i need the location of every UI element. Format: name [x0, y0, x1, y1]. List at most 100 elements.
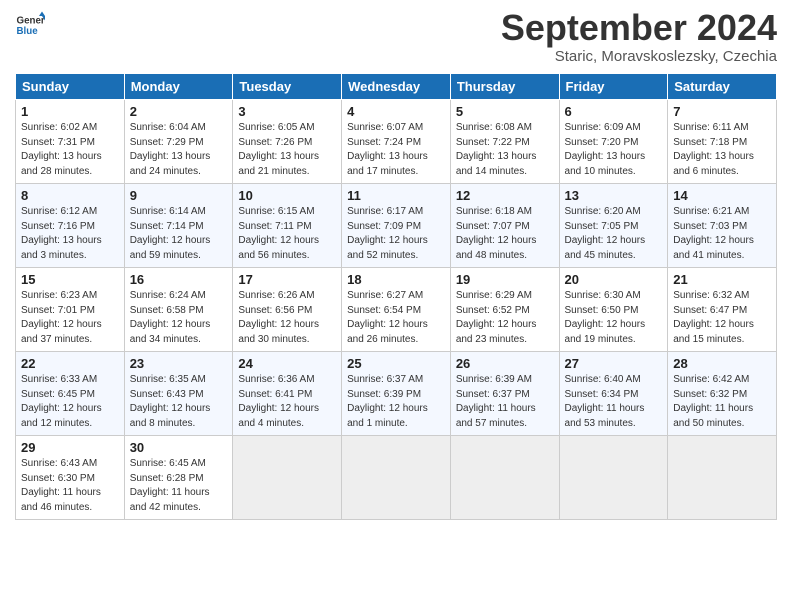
calendar-week-row: 15 Sunrise: 6:23 AMSunset: 7:01 PMDaylig…: [16, 268, 777, 352]
calendar-cell: 23 Sunrise: 6:35 AMSunset: 6:43 PMDaylig…: [124, 352, 233, 436]
day-number: 15: [21, 272, 119, 287]
svg-text:Blue: Blue: [17, 26, 39, 37]
day-header: Wednesday: [342, 74, 451, 100]
calendar-cell: 3 Sunrise: 6:05 AMSunset: 7:26 PMDayligh…: [233, 100, 342, 184]
calendar-week-row: 1 Sunrise: 6:02 AMSunset: 7:31 PMDayligh…: [16, 100, 777, 184]
calendar-cell: 10 Sunrise: 6:15 AMSunset: 7:11 PMDaylig…: [233, 184, 342, 268]
day-number: 8: [21, 188, 119, 203]
calendar-cell: 19 Sunrise: 6:29 AMSunset: 6:52 PMDaylig…: [450, 268, 559, 352]
day-info: Sunrise: 6:45 AMSunset: 6:28 PMDaylight:…: [130, 457, 228, 515]
day-number: 25: [347, 356, 445, 371]
day-info: Sunrise: 6:05 AMSunset: 7:26 PMDaylight:…: [238, 121, 336, 179]
calendar-cell: [559, 436, 668, 520]
day-info: Sunrise: 6:18 AMSunset: 7:07 PMDaylight:…: [456, 205, 554, 263]
day-info: Sunrise: 6:12 AMSunset: 7:16 PMDaylight:…: [21, 205, 119, 263]
calendar-page: General Blue September 2024 Staric, Mora…: [0, 0, 792, 612]
calendar-cell: 17 Sunrise: 6:26 AMSunset: 6:56 PMDaylig…: [233, 268, 342, 352]
day-info: Sunrise: 6:30 AMSunset: 6:50 PMDaylight:…: [565, 289, 663, 347]
calendar-cell: 30 Sunrise: 6:45 AMSunset: 6:28 PMDaylig…: [124, 436, 233, 520]
calendar-cell: 18 Sunrise: 6:27 AMSunset: 6:54 PMDaylig…: [342, 268, 451, 352]
day-header: Tuesday: [233, 74, 342, 100]
header: General Blue September 2024 Staric, Mora…: [15, 10, 777, 65]
day-number: 5: [456, 104, 554, 119]
calendar-cell: [450, 436, 559, 520]
day-number: 2: [130, 104, 228, 119]
day-number: 30: [130, 440, 228, 455]
day-number: 23: [130, 356, 228, 371]
month-title: September 2024: [501, 10, 777, 46]
calendar-cell: 1 Sunrise: 6:02 AMSunset: 7:31 PMDayligh…: [16, 100, 125, 184]
calendar-cell: 21 Sunrise: 6:32 AMSunset: 6:47 PMDaylig…: [668, 268, 777, 352]
calendar-week-row: 29 Sunrise: 6:43 AMSunset: 6:30 PMDaylig…: [16, 436, 777, 520]
day-info: Sunrise: 6:02 AMSunset: 7:31 PMDaylight:…: [21, 121, 119, 179]
day-info: Sunrise: 6:14 AMSunset: 7:14 PMDaylight:…: [130, 205, 228, 263]
logo: General Blue: [15, 10, 45, 40]
day-info: Sunrise: 6:35 AMSunset: 6:43 PMDaylight:…: [130, 373, 228, 431]
calendar-cell: 29 Sunrise: 6:43 AMSunset: 6:30 PMDaylig…: [16, 436, 125, 520]
calendar-cell: 24 Sunrise: 6:36 AMSunset: 6:41 PMDaylig…: [233, 352, 342, 436]
day-info: Sunrise: 6:08 AMSunset: 7:22 PMDaylight:…: [456, 121, 554, 179]
day-number: 19: [456, 272, 554, 287]
subtitle: Staric, Moravskoslezsky, Czechia: [501, 48, 777, 65]
calendar-cell: 11 Sunrise: 6:17 AMSunset: 7:09 PMDaylig…: [342, 184, 451, 268]
day-number: 18: [347, 272, 445, 287]
day-info: Sunrise: 6:04 AMSunset: 7:29 PMDaylight:…: [130, 121, 228, 179]
calendar-table: SundayMondayTuesdayWednesdayThursdayFrid…: [15, 73, 777, 520]
day-info: Sunrise: 6:15 AMSunset: 7:11 PMDaylight:…: [238, 205, 336, 263]
calendar-cell: 2 Sunrise: 6:04 AMSunset: 7:29 PMDayligh…: [124, 100, 233, 184]
calendar-cell: 15 Sunrise: 6:23 AMSunset: 7:01 PMDaylig…: [16, 268, 125, 352]
day-number: 3: [238, 104, 336, 119]
day-number: 21: [673, 272, 771, 287]
day-header: Sunday: [16, 74, 125, 100]
calendar-cell: 16 Sunrise: 6:24 AMSunset: 6:58 PMDaylig…: [124, 268, 233, 352]
day-info: Sunrise: 6:29 AMSunset: 6:52 PMDaylight:…: [456, 289, 554, 347]
calendar-cell: 12 Sunrise: 6:18 AMSunset: 7:07 PMDaylig…: [450, 184, 559, 268]
day-number: 11: [347, 188, 445, 203]
calendar-cell: [668, 436, 777, 520]
day-number: 9: [130, 188, 228, 203]
day-info: Sunrise: 6:26 AMSunset: 6:56 PMDaylight:…: [238, 289, 336, 347]
day-info: Sunrise: 6:42 AMSunset: 6:32 PMDaylight:…: [673, 373, 771, 431]
day-info: Sunrise: 6:23 AMSunset: 7:01 PMDaylight:…: [21, 289, 119, 347]
day-info: Sunrise: 6:40 AMSunset: 6:34 PMDaylight:…: [565, 373, 663, 431]
calendar-cell: 22 Sunrise: 6:33 AMSunset: 6:45 PMDaylig…: [16, 352, 125, 436]
calendar-cell: [342, 436, 451, 520]
calendar-cell: [233, 436, 342, 520]
calendar-cell: 13 Sunrise: 6:20 AMSunset: 7:05 PMDaylig…: [559, 184, 668, 268]
day-number: 4: [347, 104, 445, 119]
day-header: Friday: [559, 74, 668, 100]
calendar-week-row: 22 Sunrise: 6:33 AMSunset: 6:45 PMDaylig…: [16, 352, 777, 436]
day-number: 24: [238, 356, 336, 371]
day-header: Thursday: [450, 74, 559, 100]
day-header: Saturday: [668, 74, 777, 100]
day-number: 22: [21, 356, 119, 371]
day-number: 10: [238, 188, 336, 203]
day-number: 17: [238, 272, 336, 287]
day-number: 13: [565, 188, 663, 203]
day-number: 12: [456, 188, 554, 203]
day-number: 6: [565, 104, 663, 119]
calendar-week-row: 8 Sunrise: 6:12 AMSunset: 7:16 PMDayligh…: [16, 184, 777, 268]
svg-text:General: General: [17, 16, 46, 27]
day-info: Sunrise: 6:39 AMSunset: 6:37 PMDaylight:…: [456, 373, 554, 431]
day-number: 1: [21, 104, 119, 119]
day-info: Sunrise: 6:20 AMSunset: 7:05 PMDaylight:…: [565, 205, 663, 263]
day-info: Sunrise: 6:43 AMSunset: 6:30 PMDaylight:…: [21, 457, 119, 515]
day-number: 27: [565, 356, 663, 371]
day-info: Sunrise: 6:11 AMSunset: 7:18 PMDaylight:…: [673, 121, 771, 179]
day-number: 14: [673, 188, 771, 203]
calendar-cell: 4 Sunrise: 6:07 AMSunset: 7:24 PMDayligh…: [342, 100, 451, 184]
calendar-cell: 25 Sunrise: 6:37 AMSunset: 6:39 PMDaylig…: [342, 352, 451, 436]
day-number: 16: [130, 272, 228, 287]
day-info: Sunrise: 6:33 AMSunset: 6:45 PMDaylight:…: [21, 373, 119, 431]
day-number: 26: [456, 356, 554, 371]
day-info: Sunrise: 6:32 AMSunset: 6:47 PMDaylight:…: [673, 289, 771, 347]
day-info: Sunrise: 6:24 AMSunset: 6:58 PMDaylight:…: [130, 289, 228, 347]
day-number: 7: [673, 104, 771, 119]
calendar-cell: 7 Sunrise: 6:11 AMSunset: 7:18 PMDayligh…: [668, 100, 777, 184]
day-number: 28: [673, 356, 771, 371]
day-number: 20: [565, 272, 663, 287]
calendar-cell: 14 Sunrise: 6:21 AMSunset: 7:03 PMDaylig…: [668, 184, 777, 268]
day-info: Sunrise: 6:17 AMSunset: 7:09 PMDaylight:…: [347, 205, 445, 263]
logo-icon: General Blue: [15, 10, 45, 40]
